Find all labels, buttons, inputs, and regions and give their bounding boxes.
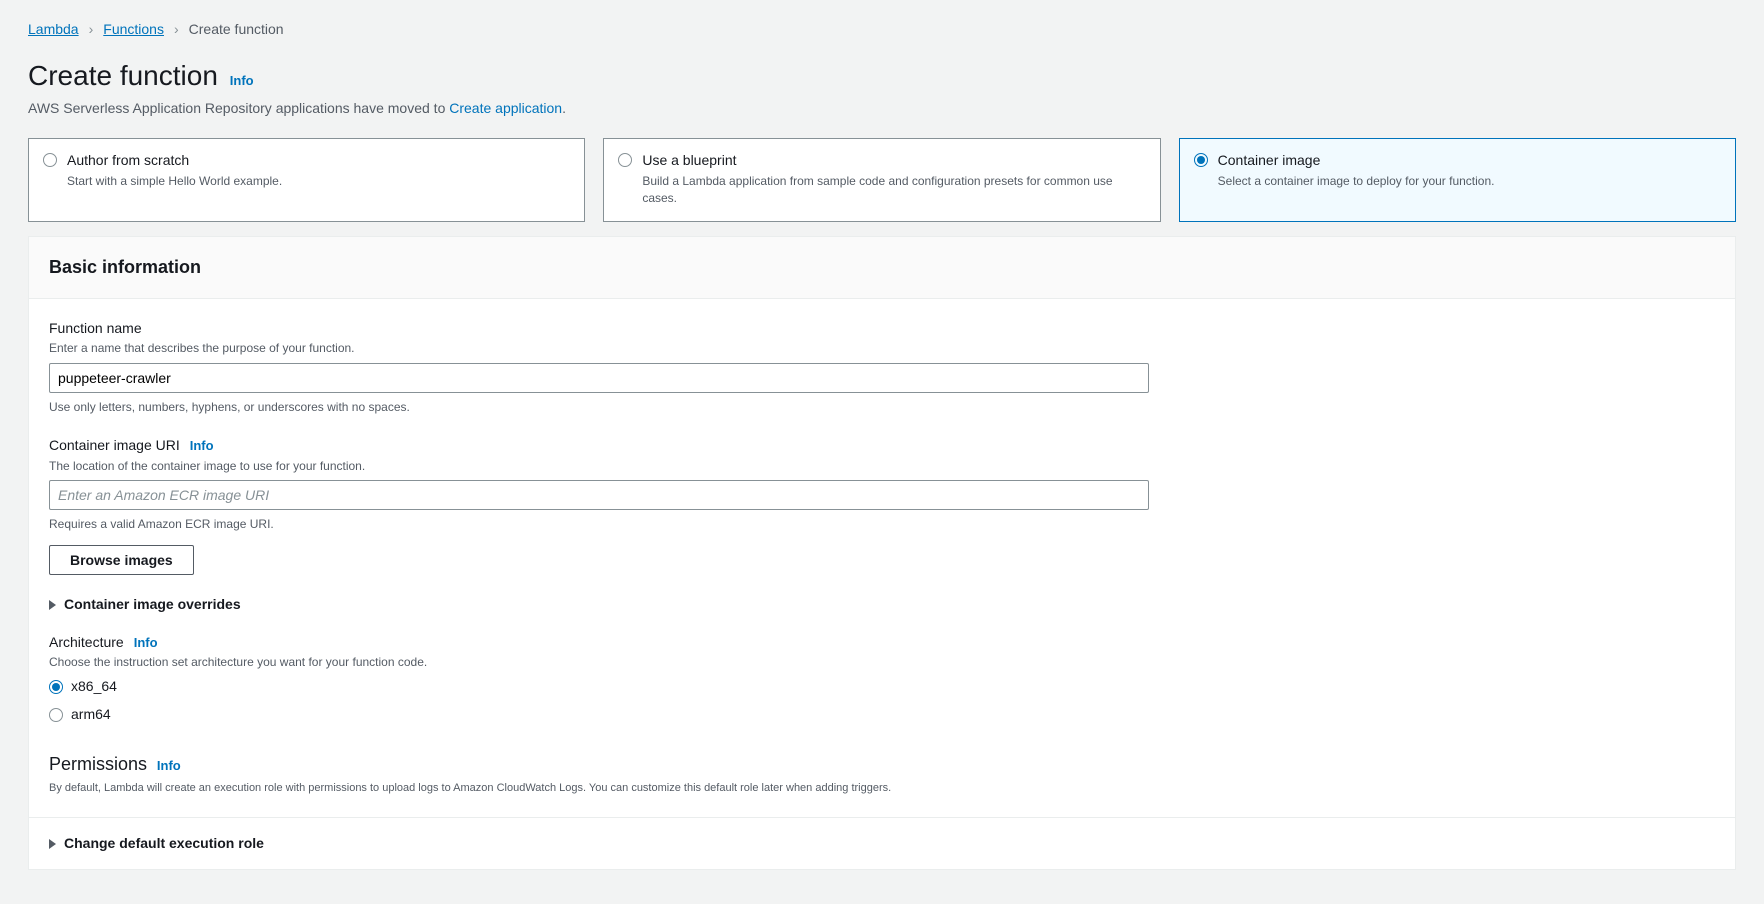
panel-heading: Basic information [49, 255, 1715, 280]
tile-desc: Select a container image to deploy for y… [1218, 173, 1495, 190]
overrides-label: Container image overrides [64, 595, 241, 615]
container-image-overrides-toggle[interactable]: Container image overrides [49, 595, 1715, 615]
field-architecture: Architecture Info Choose the instruction… [49, 633, 1149, 725]
info-link-permissions[interactable]: Info [157, 758, 181, 773]
change-default-execution-role-toggle[interactable]: Change default execution role [29, 817, 1735, 870]
chevron-right-icon: › [89, 20, 94, 40]
permissions-heading: Permissions [49, 752, 147, 777]
architecture-desc: Choose the instruction set architecture … [49, 654, 1149, 671]
function-name-desc: Enter a name that describes the purpose … [49, 340, 1149, 357]
field-container-image-uri: Container image URI Info The location of… [49, 436, 1149, 575]
architecture-option-x86-64[interactable]: x86_64 [49, 677, 1149, 697]
permissions-section: Permissions Info By default, Lambda will… [49, 752, 1715, 797]
create-application-link[interactable]: Create application [449, 100, 562, 116]
permissions-desc: By default, Lambda will create an execut… [49, 781, 1715, 796]
change-role-label: Change default execution role [64, 834, 264, 854]
tile-desc: Start with a simple Hello World example. [67, 173, 282, 190]
uri-label: Container image URI [49, 436, 180, 456]
radio-icon [43, 153, 57, 167]
tile-desc: Build a Lambda application from sample c… [642, 173, 1145, 207]
browse-images-button[interactable]: Browse images [49, 545, 194, 575]
field-function-name: Function name Enter a name that describe… [49, 319, 1149, 416]
info-link-header[interactable]: Info [230, 73, 254, 88]
chevron-right-icon: › [174, 20, 179, 40]
tile-title: Author from scratch [67, 151, 282, 171]
breadcrumb: Lambda › Functions › Create function [28, 20, 1736, 40]
page-title: Create function [28, 56, 218, 95]
radio-icon [49, 708, 63, 722]
radio-icon [618, 153, 632, 167]
architecture-option-label: x86_64 [71, 677, 117, 697]
page-header: Create function Info AWS Serverless Appl… [28, 56, 1736, 119]
breadcrumb-lambda[interactable]: Lambda [28, 20, 79, 40]
info-link-architecture[interactable]: Info [134, 634, 158, 652]
subheading-suffix: . [562, 100, 566, 116]
function-name-hint: Use only letters, numbers, hyphens, or u… [49, 399, 1149, 416]
caret-right-icon [49, 839, 56, 849]
function-name-input[interactable] [49, 363, 1149, 393]
container-image-uri-input[interactable] [49, 480, 1149, 510]
uri-hint: Requires a valid Amazon ECR image URI. [49, 516, 1149, 533]
creation-method-tiles: Author from scratch Start with a simple … [28, 138, 1736, 221]
page-subheading: AWS Serverless Application Repository ap… [28, 99, 1736, 119]
tile-author-from-scratch[interactable]: Author from scratch Start with a simple … [28, 138, 585, 221]
tile-title: Container image [1218, 151, 1495, 171]
radio-icon [1194, 153, 1208, 167]
panel-header: Basic information [29, 237, 1735, 299]
basic-information-panel: Basic information Function name Enter a … [28, 236, 1736, 871]
architecture-label: Architecture [49, 633, 124, 653]
radio-icon [49, 680, 63, 694]
tile-container-image[interactable]: Container image Select a container image… [1179, 138, 1736, 221]
breadcrumb-functions[interactable]: Functions [103, 20, 164, 40]
subheading-text: AWS Serverless Application Repository ap… [28, 100, 449, 116]
tile-use-blueprint[interactable]: Use a blueprint Build a Lambda applicati… [603, 138, 1160, 221]
function-name-label: Function name [49, 319, 1149, 339]
breadcrumb-current: Create function [189, 20, 284, 40]
tile-title: Use a blueprint [642, 151, 1145, 171]
caret-right-icon [49, 600, 56, 610]
architecture-option-arm64[interactable]: arm64 [49, 705, 1149, 725]
architecture-option-label: arm64 [71, 705, 111, 725]
uri-desc: The location of the container image to u… [49, 458, 1149, 475]
info-link-uri[interactable]: Info [190, 437, 214, 455]
